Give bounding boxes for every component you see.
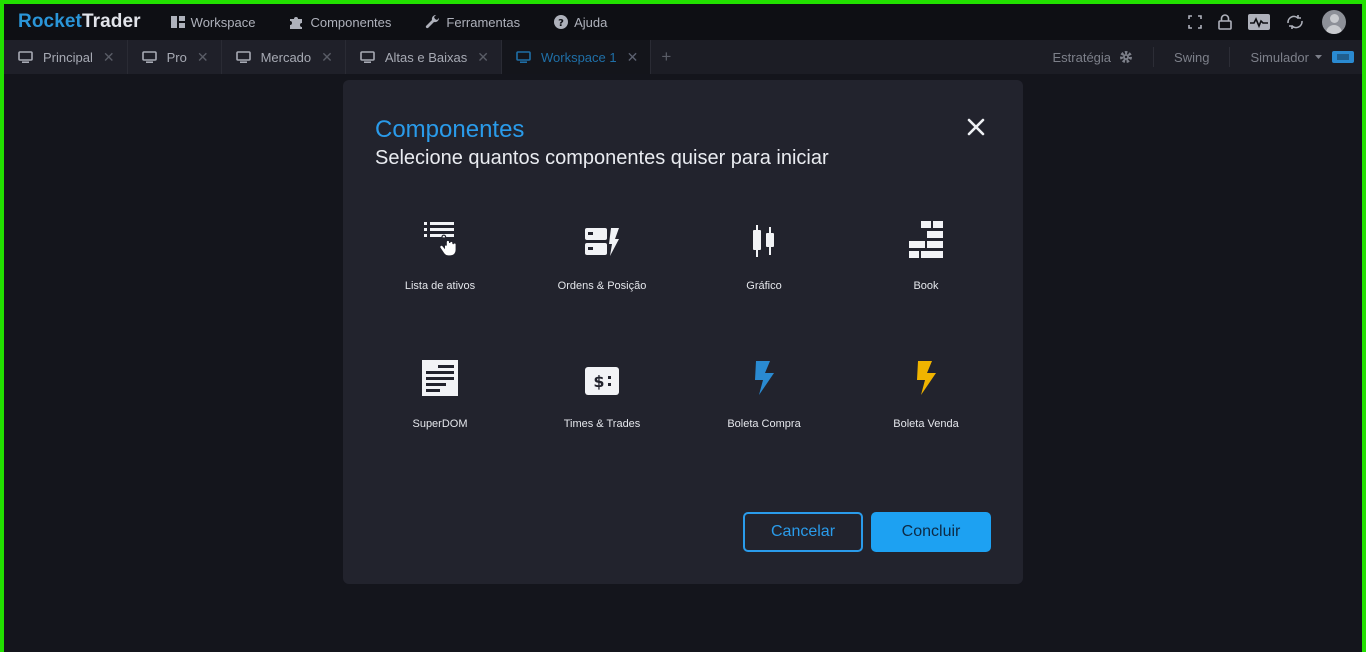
app-logo: Rocket Trader bbox=[18, 11, 141, 33]
user-avatar[interactable] bbox=[1322, 10, 1346, 34]
book-icon bbox=[907, 212, 945, 258]
workspace-tab-bar: Principal ✕ Pro ✕ Mercado ✕ Altas e Baix… bbox=[4, 40, 1362, 74]
tab-workspace-1[interactable]: Workspace 1 ✕ bbox=[501, 40, 652, 74]
component-label: Lista de ativos bbox=[404, 280, 476, 292]
close-icon[interactable]: ✕ bbox=[477, 49, 489, 66]
top-menu-bar: Rocket Trader Workspace Componentes Ferra… bbox=[4, 4, 1362, 40]
tab-label: Mercado bbox=[260, 49, 312, 65]
component-label: Boleta Compra bbox=[727, 418, 801, 430]
cancel-button[interactable]: Cancelar bbox=[743, 512, 863, 552]
list-icon bbox=[422, 212, 458, 258]
tab-pro[interactable]: Pro ✕ bbox=[127, 40, 222, 74]
strategy-button[interactable]: Estratégia bbox=[1053, 50, 1134, 65]
tab-altas-e-baixas[interactable]: Altas e Baixas ✕ bbox=[345, 40, 502, 74]
logo-trader: Trader bbox=[81, 11, 141, 32]
modal-title: Componentes bbox=[375, 116, 525, 143]
simulator-badge-icon bbox=[1332, 51, 1354, 63]
menu-componentes[interactable]: Componentes bbox=[289, 15, 391, 30]
activity-monitor-icon[interactable] bbox=[1248, 14, 1270, 30]
menu-ajuda[interactable]: ? Ajuda bbox=[554, 15, 607, 30]
svg-text:$: $ bbox=[593, 372, 604, 391]
component-grafico[interactable]: Gráfico bbox=[683, 206, 845, 344]
component-label: Times & Trades bbox=[563, 418, 641, 430]
wrench-icon bbox=[426, 14, 440, 28]
add-tab-button[interactable]: + bbox=[651, 40, 681, 74]
bolt-blue-icon bbox=[753, 350, 775, 396]
component-label: Gráfico bbox=[746, 280, 782, 292]
swing-button[interactable]: Swing bbox=[1174, 50, 1209, 65]
component-label: SuperDOM bbox=[412, 418, 468, 430]
component-times-trades[interactable]: $ Times & Trades bbox=[521, 344, 683, 482]
component-label: Book bbox=[913, 280, 939, 292]
menu-workspace[interactable]: Workspace bbox=[170, 14, 256, 30]
tab-label: Altas e Baixas bbox=[384, 49, 468, 65]
components-grid: Lista de ativos Ordens & Posição Gráfico… bbox=[359, 206, 1007, 482]
lock-icon[interactable] bbox=[1218, 14, 1232, 30]
menu-componentes-label: Componentes bbox=[310, 14, 392, 30]
superdom-icon bbox=[422, 350, 458, 396]
sync-icon[interactable] bbox=[1286, 14, 1304, 30]
help-icon: ? bbox=[554, 15, 569, 29]
component-superdom[interactable]: SuperDOM bbox=[359, 344, 521, 482]
tab-label: Principal bbox=[43, 49, 93, 65]
times-trades-icon: $ bbox=[584, 350, 620, 396]
tab-label: Pro bbox=[166, 49, 187, 65]
menu-workspace-label: Workspace bbox=[190, 14, 256, 30]
divider bbox=[1229, 47, 1231, 67]
logo-rocket: Rocket bbox=[18, 11, 82, 32]
tab-bar-right: Estratégia Swing Simulador bbox=[1053, 40, 1354, 74]
puzzle-icon bbox=[290, 17, 303, 29]
monitor-icon bbox=[360, 51, 375, 63]
components-modal: Componentes Selecione quantos componente… bbox=[343, 80, 1023, 584]
component-boleta-venda[interactable]: Boleta Venda bbox=[845, 344, 1007, 482]
close-icon[interactable]: ✕ bbox=[321, 49, 333, 66]
modal-subtitle: Selecione quantos componentes quiser par… bbox=[375, 147, 829, 169]
swing-label: Swing bbox=[1174, 49, 1210, 65]
top-right-tools bbox=[1172, 4, 1346, 40]
candlestick-icon bbox=[750, 212, 778, 258]
close-icon[interactable]: ✕ bbox=[103, 49, 115, 66]
close-icon[interactable] bbox=[965, 116, 987, 138]
gear-icon bbox=[1120, 51, 1133, 63]
divider bbox=[1153, 47, 1155, 67]
main-menu: Workspace Componentes Ferramentas ? Ajud… bbox=[170, 4, 642, 40]
conclude-button[interactable]: Concluir bbox=[871, 512, 991, 552]
chevron-down-icon bbox=[1315, 54, 1322, 59]
tab-principal[interactable]: Principal ✕ bbox=[4, 40, 128, 74]
monitor-icon bbox=[141, 51, 157, 63]
component-lista-de-ativos[interactable]: Lista de ativos bbox=[359, 206, 521, 344]
simulator-label: Simulador bbox=[1250, 49, 1309, 65]
component-label: Boleta Venda bbox=[893, 418, 959, 430]
component-label: Ordens & Posição bbox=[557, 280, 647, 292]
monitor-icon bbox=[18, 51, 33, 63]
simulator-dropdown[interactable]: Simulador bbox=[1250, 50, 1354, 65]
fullscreen-icon[interactable] bbox=[1188, 15, 1202, 29]
tab-mercado[interactable]: Mercado ✕ bbox=[221, 40, 346, 74]
component-ordens-posicao[interactable]: Ordens & Posição bbox=[521, 206, 683, 344]
bolt-yellow-icon bbox=[915, 350, 937, 396]
component-boleta-compra[interactable]: Boleta Compra bbox=[683, 344, 845, 482]
menu-ferramentas-label: Ferramentas bbox=[446, 14, 521, 30]
component-book[interactable]: Book bbox=[845, 206, 1007, 344]
close-icon[interactable]: ✕ bbox=[627, 49, 639, 66]
monitor-icon bbox=[235, 51, 251, 63]
strategy-label: Estratégia bbox=[1052, 49, 1112, 65]
monitor-icon bbox=[516, 51, 531, 63]
menu-ferramentas[interactable]: Ferramentas bbox=[425, 14, 521, 30]
menu-ajuda-label: Ajuda bbox=[574, 14, 608, 30]
orders-icon bbox=[584, 212, 620, 258]
close-icon[interactable]: ✕ bbox=[197, 49, 209, 66]
tab-label: Workspace 1 bbox=[540, 49, 617, 65]
svg-text:?: ? bbox=[558, 18, 564, 29]
dashboard-icon bbox=[170, 16, 185, 28]
